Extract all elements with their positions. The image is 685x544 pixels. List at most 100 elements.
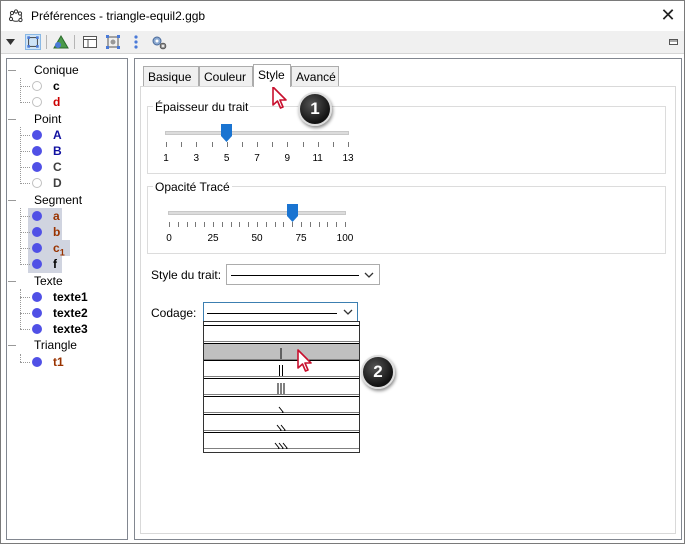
- one-tick-icon: [204, 348, 359, 360]
- thickness-slider-track[interactable]: [165, 131, 349, 135]
- tree-item-texte1[interactable]: texte1: [53, 290, 88, 304]
- slider-tick-label: 100: [336, 233, 354, 244]
- tree-group-segment[interactable]: Segment: [34, 192, 82, 208]
- tree-item-a[interactable]: a: [53, 209, 60, 223]
- tree-item-C[interactable]: C: [53, 160, 62, 174]
- tab-avance[interactable]: Avancé: [291, 66, 339, 86]
- tree-collapse-icon[interactable]: [8, 70, 16, 71]
- more-icon[interactable]: [128, 34, 144, 50]
- tree-collapse-icon[interactable]: [8, 118, 16, 120]
- tree-group-point[interactable]: Point: [34, 111, 61, 127]
- slider-tick: [230, 222, 232, 227]
- one-arrow-icon: [204, 406, 359, 413]
- slider-tick: [211, 142, 213, 147]
- decoration-option-three-ticks[interactable]: [204, 378, 359, 395]
- decoration-option-none[interactable]: [204, 325, 359, 342]
- tree-collapse-icon[interactable]: [8, 345, 16, 347]
- tree-item-B[interactable]: B: [53, 144, 62, 158]
- line-style-solid-preview: [231, 275, 359, 276]
- slider-tick: [317, 142, 319, 147]
- decoration-option-two-arrows[interactable]: [204, 414, 359, 431]
- menu-arrow-icon[interactable]: [4, 34, 20, 50]
- tree-item-d[interactable]: d: [53, 95, 60, 109]
- visibility-dot-icon[interactable]: [32, 146, 42, 156]
- visibility-dot-icon[interactable]: [32, 81, 42, 92]
- slider-tick: [166, 142, 167, 147]
- tab-basique[interactable]: Basique: [143, 66, 199, 86]
- graphics-icon[interactable]: [25, 34, 41, 50]
- tree-item-texte3[interactable]: texte3: [53, 322, 88, 336]
- title-bar: Préférences - triangle-equil2.ggb ✕: [1, 1, 684, 31]
- visibility-dot-icon[interactable]: [32, 227, 42, 237]
- tree-group-triangle[interactable]: Triangle: [34, 337, 77, 353]
- decoration-option-three-arrows[interactable]: [204, 432, 359, 449]
- toolbar: [1, 31, 684, 54]
- line-style-label: Style du trait:: [151, 268, 222, 282]
- opacity-slider-thumb[interactable]: [286, 204, 298, 222]
- slider-tick-label: 9: [284, 153, 291, 164]
- visibility-dot-icon[interactable]: [32, 162, 42, 173]
- slider-tick: [257, 142, 258, 147]
- visibility-dot-icon[interactable]: [32, 210, 42, 221]
- algebra-triangle-icon[interactable]: [53, 34, 69, 50]
- tree-collapse-icon[interactable]: [8, 199, 16, 201]
- visibility-dot-icon[interactable]: [32, 324, 42, 335]
- three-ticks-icon: [204, 383, 359, 395]
- tree-item-A[interactable]: A: [53, 128, 62, 142]
- slider-tick: [345, 222, 346, 227]
- chevron-down-icon: [364, 272, 374, 278]
- tree-group-texte[interactable]: Texte: [34, 273, 63, 289]
- visibility-dot-icon[interactable]: [32, 178, 42, 189]
- slider-tick: [181, 142, 183, 147]
- slider-tick: [241, 142, 243, 147]
- slider-tick-label: 7: [254, 153, 260, 164]
- visibility-dot-icon[interactable]: [32, 308, 42, 318]
- slider-tick-label: 75: [295, 233, 307, 244]
- slider-tick-label: 1: [163, 153, 169, 164]
- slider-tick-label: 0: [166, 233, 172, 244]
- geogebra-app-icon: [9, 9, 23, 23]
- tree-item-texte2[interactable]: texte2: [53, 306, 88, 320]
- slider-tick: [332, 142, 334, 147]
- defaults-icon[interactable]: [105, 34, 121, 50]
- settings-gear-icon[interactable]: [151, 34, 167, 50]
- tree-item-t1[interactable]: t1: [53, 355, 64, 369]
- line-style-combo[interactable]: [226, 264, 380, 285]
- slider-tick: [213, 222, 214, 227]
- slider-tick: [348, 142, 349, 147]
- tree-item-D[interactable]: D: [53, 176, 62, 190]
- chevron-down-icon: [343, 309, 353, 315]
- two-arrows-icon: [204, 424, 359, 431]
- tree-group-conique[interactable]: Conique: [34, 62, 79, 78]
- slider-tick: [186, 222, 188, 227]
- decoration-combo[interactable]: [203, 302, 358, 322]
- tab-couleur[interactable]: Couleur: [199, 66, 253, 86]
- opacity-slider-track[interactable]: [168, 211, 346, 215]
- tree-collapse-icon[interactable]: [8, 280, 16, 282]
- two-ticks-icon: [204, 365, 359, 377]
- tree-item-b[interactable]: b: [53, 225, 60, 239]
- mouse-cursor-icon: [297, 349, 312, 372]
- tree-item-f[interactable]: f: [53, 257, 57, 271]
- slider-tick: [239, 222, 241, 227]
- slider-tick: [204, 222, 206, 227]
- visibility-dot-icon[interactable]: [32, 129, 42, 140]
- decoration-option-one-arrow[interactable]: [204, 396, 359, 413]
- layout-icon[interactable]: [82, 34, 98, 50]
- decoration-dropdown: [203, 321, 360, 453]
- visibility-dot-icon[interactable]: [32, 356, 42, 367]
- close-button[interactable]: ✕: [658, 5, 678, 25]
- opacity-group: [147, 186, 666, 254]
- tab-style[interactable]: Style: [253, 64, 291, 87]
- tree-item-c1[interactable]: c1: [53, 241, 65, 257]
- slider-tick: [265, 222, 267, 227]
- restore-icon[interactable]: [668, 34, 680, 50]
- thickness-slider-thumb[interactable]: [221, 124, 233, 142]
- decoration-option-one-tick[interactable]: [204, 343, 359, 360]
- decoration-option-two-ticks[interactable]: [204, 360, 359, 377]
- tree-item-c[interactable]: c: [53, 79, 60, 93]
- slider-tick: [292, 222, 294, 227]
- visibility-dot-icon[interactable]: [32, 291, 42, 302]
- slider-tick: [327, 222, 329, 227]
- visibility-dot-icon[interactable]: [32, 97, 42, 108]
